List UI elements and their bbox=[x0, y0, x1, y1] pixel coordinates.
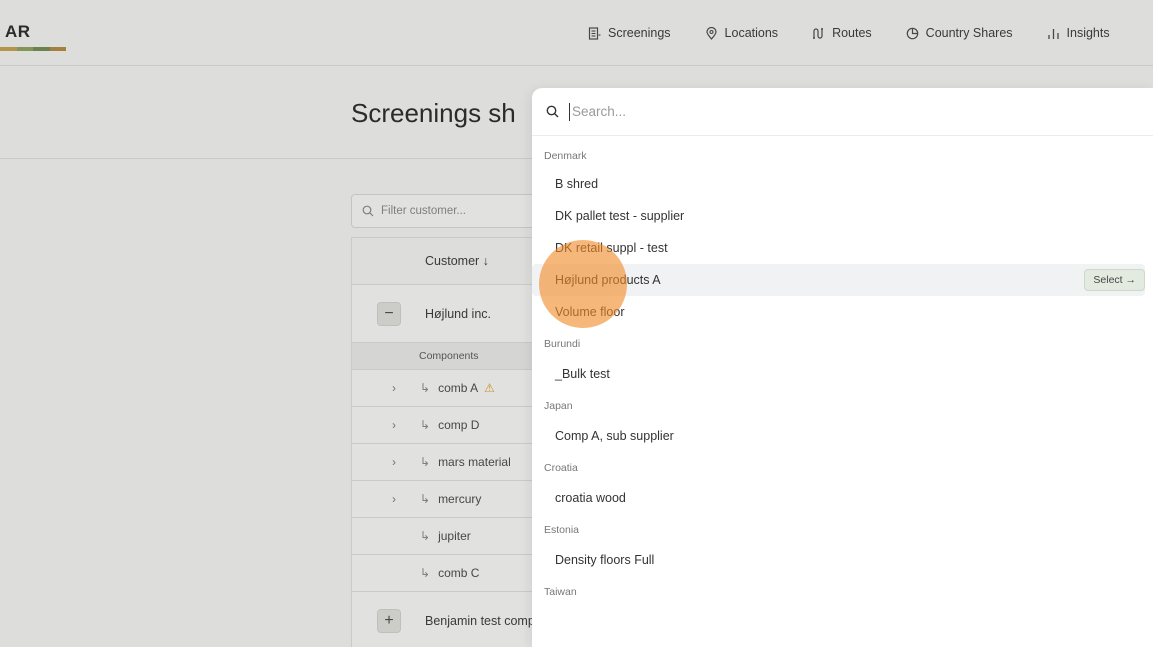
palette-option[interactable]: DK pallet test - supplier bbox=[532, 200, 1145, 232]
group-label: Taiwan bbox=[544, 586, 577, 598]
group-label: Denmark bbox=[544, 150, 587, 162]
palette-option[interactable]: Volume floor bbox=[532, 296, 1145, 328]
palette-option[interactable]: DK retail suppl - test bbox=[532, 232, 1145, 264]
palette-option[interactable]: croatia wood bbox=[532, 482, 1145, 514]
command-palette: Denmark B shred DK pallet test - supplie… bbox=[532, 88, 1153, 647]
palette-search-input[interactable] bbox=[569, 102, 1109, 121]
palette-search-row bbox=[532, 88, 1153, 136]
palette-option[interactable]: _Bulk test bbox=[532, 358, 1145, 390]
palette-option[interactable]: Density floors Full bbox=[532, 544, 1145, 576]
group-label: Croatia bbox=[544, 462, 578, 474]
palette-option[interactable]: B shred bbox=[532, 168, 1145, 200]
group-label: Japan bbox=[544, 400, 573, 412]
palette-option[interactable]: Comp A, sub supplier bbox=[532, 420, 1145, 452]
palette-option-label: Højlund products A bbox=[555, 273, 661, 287]
palette-option-active[interactable]: Højlund products A Select → bbox=[532, 264, 1145, 296]
select-button[interactable]: Select → bbox=[1084, 269, 1145, 291]
palette-results: Denmark B shred DK pallet test - supplie… bbox=[532, 136, 1153, 598]
group-label: Burundi bbox=[544, 338, 581, 350]
search-icon bbox=[546, 105, 559, 118]
group-label: Estonia bbox=[544, 524, 580, 536]
